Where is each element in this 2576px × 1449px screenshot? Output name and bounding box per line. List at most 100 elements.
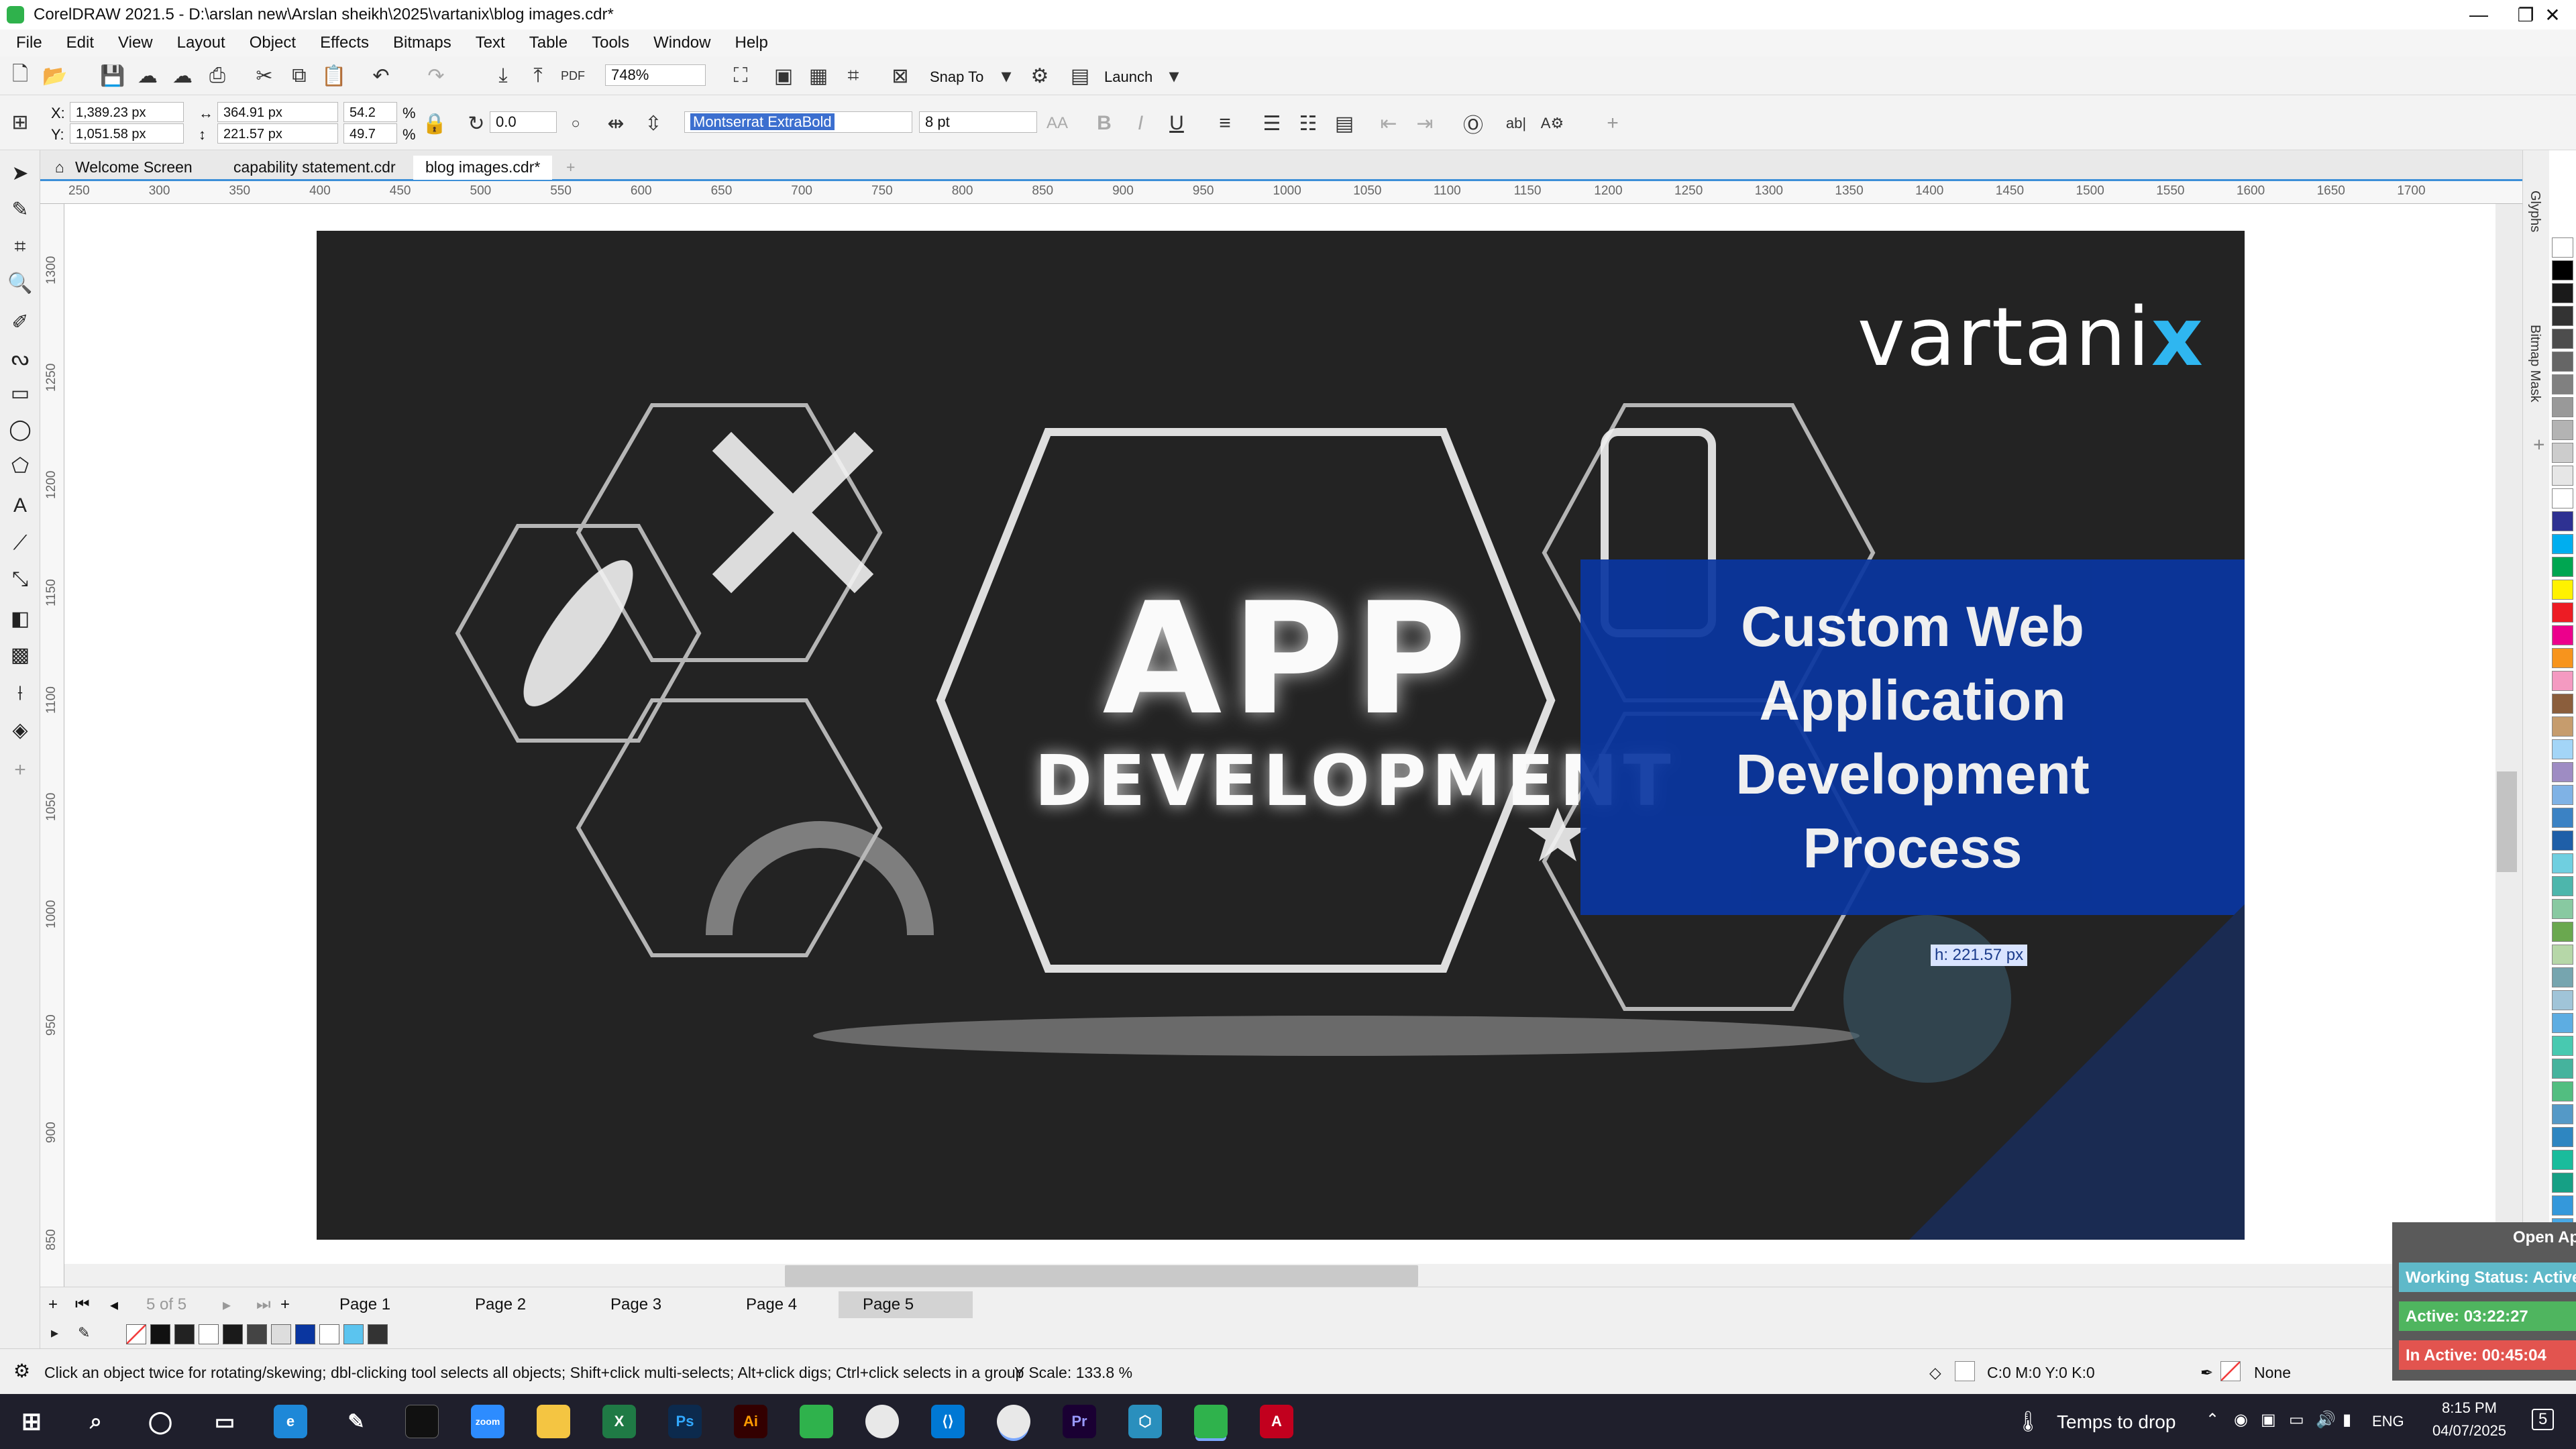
zoom-to-page-icon[interactable]: ⛶ — [727, 62, 754, 89]
cloud-icon[interactable]: ☁ — [134, 62, 161, 89]
palette-swatch[interactable] — [2552, 899, 2573, 919]
close-button[interactable]: ✕ — [2529, 0, 2576, 30]
edit-text-icon[interactable]: ab| — [1503, 110, 1529, 137]
tab-blog-images[interactable]: blog images.cdr* — [413, 156, 553, 180]
app-hex-icon[interactable]: ⬡ — [1128, 1405, 1162, 1438]
grid-icon[interactable]: ▦ — [805, 62, 832, 89]
palette-swatch[interactable] — [2552, 967, 2573, 987]
menu-view[interactable]: View — [109, 34, 168, 52]
font-list-field[interactable]: Montserrat ExtraBold — [684, 111, 912, 133]
cut-icon[interactable]: ✂ — [251, 62, 278, 89]
polygon-tool-icon[interactable]: ⬠ — [7, 452, 34, 479]
x-position-field[interactable]: 1,389.23 px — [70, 102, 184, 122]
swatch-cyan[interactable] — [343, 1324, 364, 1344]
height-field[interactable]: 221.57 px — [217, 123, 338, 144]
interactive-fill-icon[interactable]: ◈ — [7, 716, 34, 743]
status-gear-icon[interactable]: ⚙ — [13, 1360, 30, 1382]
edge-icon[interactable]: e — [274, 1405, 307, 1438]
swatch-charcoal[interactable] — [368, 1324, 388, 1344]
palette-swatch[interactable] — [2552, 762, 2573, 782]
y-position-field[interactable]: 1,051.58 px — [70, 123, 184, 144]
launch-dropdown[interactable]: Launch — [1104, 68, 1152, 86]
print-icon[interactable]: ⎙ — [204, 62, 231, 89]
swatch-black[interactable] — [150, 1324, 170, 1344]
prev-page-icon[interactable]: ◂ — [102, 1291, 126, 1318]
menu-object[interactable]: Object — [240, 34, 311, 52]
cortana-icon[interactable]: ◯ — [144, 1405, 177, 1438]
fill-bucket-icon[interactable]: ◇ — [1929, 1364, 1941, 1382]
guidelines-icon[interactable]: ⌗ — [840, 62, 867, 89]
photoshop-icon[interactable]: Ps — [668, 1405, 702, 1438]
chrome-active-icon[interactable] — [997, 1405, 1030, 1438]
mirror-vertical-icon[interactable]: ⇳ — [640, 110, 667, 137]
palette-swatch[interactable] — [2552, 716, 2573, 737]
bullet-list-icon[interactable]: ☰ — [1258, 110, 1285, 137]
page-tab-3[interactable]: Page 3 — [586, 1291, 686, 1318]
tray-chevron-icon[interactable]: ⌃ — [2206, 1410, 2219, 1430]
palette-swatch[interactable] — [2552, 922, 2573, 942]
artistic-media-icon[interactable]: ᔓ — [7, 345, 34, 372]
notifications-badge[interactable]: 5 — [2532, 1409, 2555, 1430]
page-tab-1[interactable]: Page 1 — [315, 1291, 415, 1318]
launch-dropdown-arrow-icon[interactable]: ▾ — [1161, 62, 1187, 89]
start-icon[interactable]: ⊞ — [15, 1405, 48, 1438]
docker-add-icon[interactable]: + — [2527, 439, 2550, 451]
menu-window[interactable]: Window — [644, 34, 725, 52]
text-tool-icon[interactable]: A — [7, 492, 34, 519]
artboard-page[interactable]: APP DEVELOPMENT vartanix Custom Web Appl… — [317, 231, 2245, 1240]
snap-dropdown-arrow-icon[interactable]: ▾ — [993, 62, 1020, 89]
palette-swatch[interactable] — [2552, 534, 2573, 554]
copy-icon[interactable]: ⧉ — [286, 62, 313, 89]
menu-file[interactable]: File — [7, 34, 57, 52]
palette-swatch[interactable] — [2552, 1127, 2573, 1147]
decrease-indent-icon[interactable]: ⇤ — [1375, 110, 1402, 137]
vscode-icon[interactable]: ⟨⟩ — [931, 1405, 965, 1438]
tab-capability-statement[interactable]: capability statement.cdr — [221, 156, 408, 180]
zoom-icon[interactable]: zoom — [471, 1405, 504, 1438]
width-field[interactable]: 364.91 px — [217, 102, 338, 122]
add-icon[interactable]: + — [1599, 110, 1626, 137]
new-tab-icon[interactable]: + — [554, 156, 587, 180]
crop-tool-icon[interactable]: ⌗ — [7, 233, 34, 260]
palette-swatch[interactable] — [2552, 466, 2573, 486]
fill-color-swatch[interactable] — [1955, 1361, 1975, 1381]
eyedropper-icon[interactable]: ✎ — [78, 1324, 98, 1344]
export-icon[interactable]: ⤒ — [525, 62, 551, 89]
page-tab-2[interactable]: Page 2 — [451, 1291, 550, 1318]
camera-icon[interactable]: ▣ — [2261, 1410, 2276, 1430]
language-indicator[interactable]: ENG — [2372, 1413, 2404, 1430]
snap-to-dropdown[interactable]: Snap To — [930, 68, 983, 86]
menu-effects[interactable]: Effects — [311, 34, 384, 52]
palette-swatch[interactable] — [2552, 420, 2573, 440]
snap-off-icon[interactable]: ⊠ — [887, 62, 914, 89]
scale-height-field[interactable]: 49.7 — [343, 123, 397, 144]
heading-panel[interactable]: Custom Web Application Development Proce… — [1580, 559, 2245, 915]
add-page-icon[interactable]: + — [40, 1291, 66, 1318]
drop-cap-icon[interactable]: ▤ — [1331, 110, 1358, 137]
palette-swatch[interactable] — [2552, 283, 2573, 303]
page-tab-5[interactable]: Page 5 — [839, 1291, 973, 1318]
heading-line-4[interactable]: Process — [1803, 811, 2023, 885]
transparency-icon[interactable]: ▩ — [7, 641, 34, 668]
docker-tab-glyphs[interactable]: Glyphs — [2527, 191, 2542, 232]
text-properties-icon[interactable]: Ⓞ — [1460, 110, 1487, 137]
menu-layout[interactable]: Layout — [168, 34, 240, 52]
battery-icon[interactable]: ▮ — [2343, 1410, 2351, 1430]
drop-shadow-icon[interactable]: ◧ — [7, 605, 34, 632]
add-tool-icon[interactable]: + — [7, 757, 34, 784]
palette-swatch[interactable] — [2552, 260, 2573, 280]
palette-swatch[interactable] — [2552, 374, 2573, 394]
swatch-dark[interactable] — [174, 1324, 195, 1344]
swatch-gray[interactable] — [247, 1324, 267, 1344]
swatch-white[interactable] — [199, 1324, 219, 1344]
palette-swatch[interactable] — [2552, 329, 2573, 349]
palette-swatch[interactable] — [2552, 945, 2573, 965]
palette-swatch[interactable] — [2552, 580, 2573, 600]
first-page-icon[interactable]: ⏮ — [67, 1291, 98, 1318]
lock-ratio-icon[interactable]: 🔒 — [421, 110, 448, 137]
swatch-blue[interactable] — [295, 1324, 315, 1344]
open-icon[interactable]: 📂 — [42, 62, 68, 89]
page-tab-4[interactable]: Page 4 — [722, 1291, 821, 1318]
swatch-white-2[interactable] — [319, 1324, 339, 1344]
add-page-end-icon[interactable]: + — [272, 1291, 298, 1318]
